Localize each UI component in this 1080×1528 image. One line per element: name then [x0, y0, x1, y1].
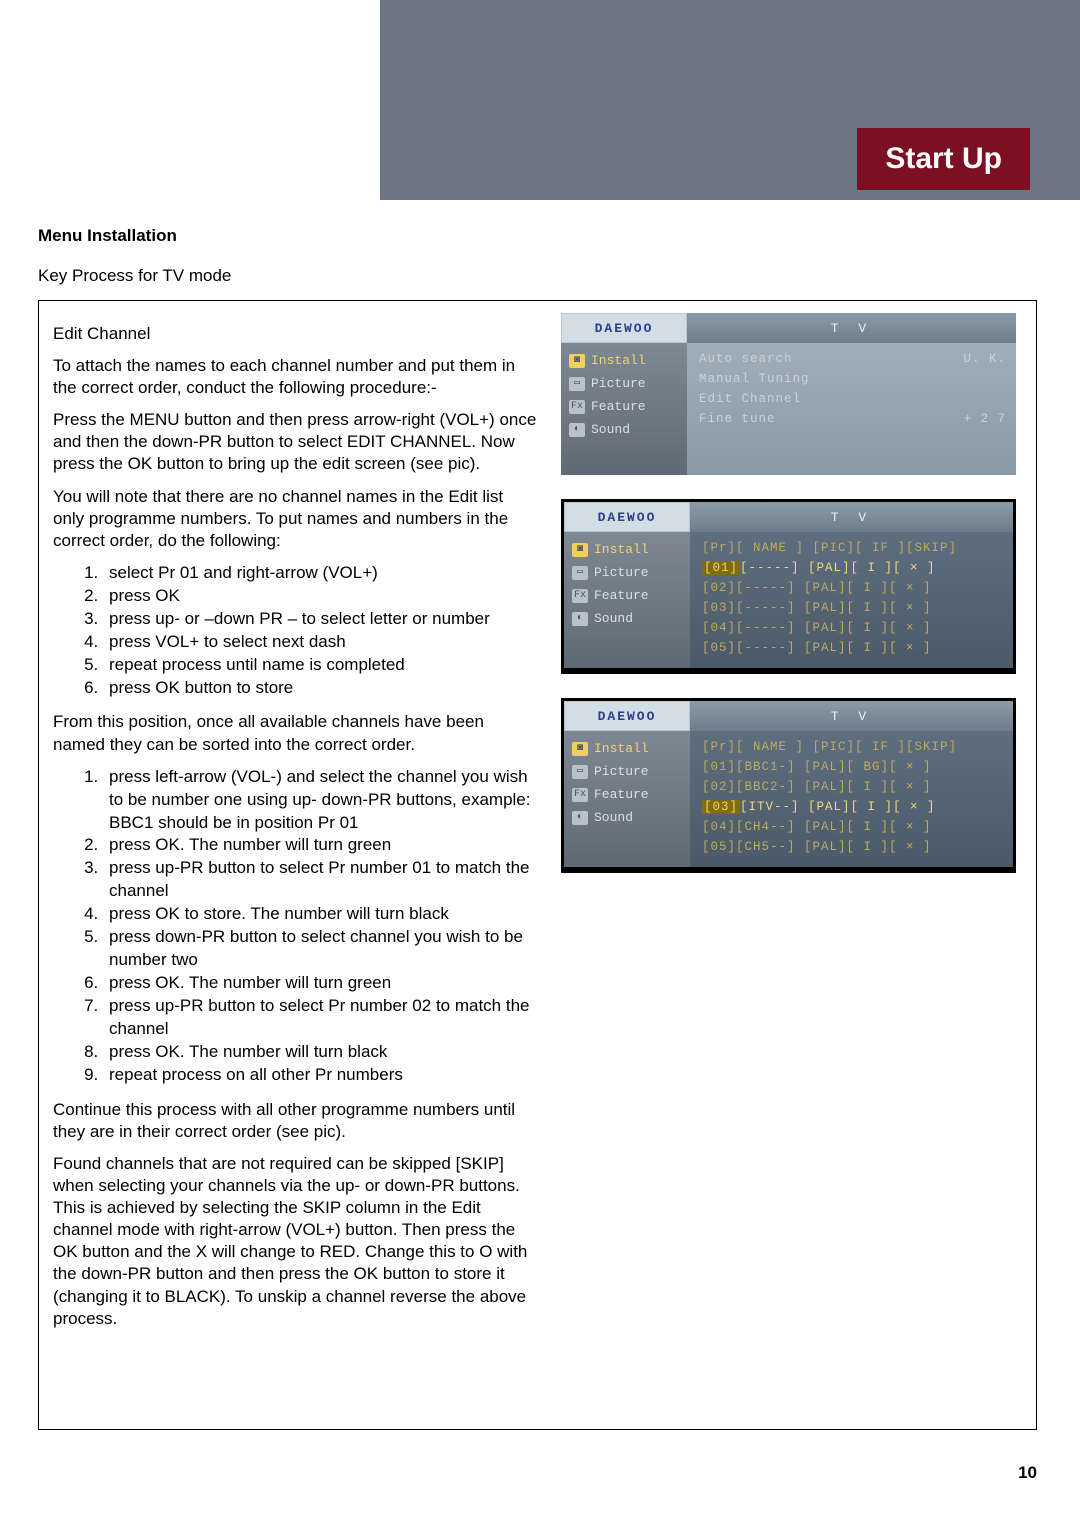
list-item: press OK. The number will turn green [103, 972, 539, 995]
osd-pane: [Pr][ NAME ] [PIC][ IF ][SKIP] [01][BBC1… [690, 731, 1013, 867]
list-item: repeat process on all other Pr numbers [103, 1064, 539, 1087]
list-item: press left-arrow (VOL-) and select the c… [103, 766, 539, 835]
osd-row: [05][CH5--] [PAL][ I ][ × ] [702, 837, 1003, 857]
osd-logo: DAEWOO [564, 502, 690, 532]
page-subheading: Key Process for TV mode [38, 266, 231, 286]
list-item: press down-PR button to select channel y… [103, 926, 539, 972]
osd-row: Fine tune+ 2 7 [699, 409, 1006, 429]
osd-menu-sound: ◐Sound [569, 418, 687, 441]
left-column: Edit Channel To attach the names to each… [53, 313, 539, 1409]
osd-row: [02][-----] [PAL][ I ][ × ] [702, 578, 1003, 598]
osd-menu-picture: ▭Picture [572, 760, 690, 783]
sound-icon: ◐ [572, 612, 588, 626]
osd-title: T V [687, 313, 1016, 343]
osd-sidebar: ◙Install ▭Picture FxFeature ◐Sound [561, 343, 687, 475]
install-icon: ◙ [572, 543, 588, 557]
list-item: press VOL+ to select next dash [103, 631, 539, 654]
osd-sidebar: ◙Install ▭Picture FxFeature ◐Sound [564, 532, 690, 668]
osd-title: T V [690, 701, 1013, 731]
paragraph: Press the MENU button and then press arr… [53, 409, 539, 475]
feature-icon: Fx [569, 400, 585, 414]
osd-pane: Auto searchU. K. Manual Tuning Edit Chan… [687, 343, 1016, 475]
feature-icon: Fx [572, 589, 588, 603]
osd-logo: DAEWOO [561, 313, 687, 343]
osd-menu-picture: ▭Picture [569, 372, 687, 395]
osd-menu-feature: FxFeature [572, 584, 690, 607]
right-column: DAEWOO T V ◙Install ▭Picture FxFeature ◐… [561, 313, 1016, 1409]
list-item: press OK to store. The number will turn … [103, 903, 539, 926]
list-item: press OK button to store [103, 677, 539, 700]
paragraph: To attach the names to each channel numb… [53, 355, 539, 399]
osd-edit-channel-named: DAEWOO T V ◙Install ▭Picture FxFeature ◐… [561, 698, 1016, 873]
osd-row: Auto searchU. K. [699, 349, 1006, 369]
osd-row: [01][-----] [PAL][ I ][ × ] [702, 558, 1003, 578]
list-item: press up- or –down PR – to select letter… [103, 608, 539, 631]
osd-menu-picture: ▭Picture [572, 561, 690, 584]
picture-icon: ▭ [569, 377, 585, 391]
list-item: repeat process until name is completed [103, 654, 539, 677]
paragraph: You will note that there are no channel … [53, 486, 539, 552]
picture-icon: ▭ [572, 566, 588, 580]
osd-menu-sound: ◐Sound [572, 607, 690, 630]
content-frame: Edit Channel To attach the names to each… [38, 300, 1037, 1430]
list-item: press up-PR button to select Pr number 0… [103, 995, 539, 1041]
osd-menu-install: ◙Install [572, 538, 690, 561]
list-item: press up-PR button to select Pr number 0… [103, 857, 539, 903]
osd-menu-install: ◙Install [569, 349, 687, 372]
list-item: press OK [103, 585, 539, 608]
osd-row: [04][-----] [PAL][ I ][ × ] [702, 618, 1003, 638]
procedure-list-b: press left-arrow (VOL-) and select the c… [103, 766, 539, 1087]
osd-table-header: [Pr][ NAME ] [PIC][ IF ][SKIP] [702, 737, 1003, 757]
list-item: select Pr 01 and right-arrow (VOL+) [103, 562, 539, 585]
osd-pane: [Pr][ NAME ] [PIC][ IF ][SKIP] [01][----… [690, 532, 1013, 668]
list-item: press OK. The number will turn green [103, 834, 539, 857]
osd-menu-install: ◙Install [572, 737, 690, 760]
osd-row: Manual Tuning [699, 369, 1006, 389]
install-icon: ◙ [569, 354, 585, 368]
paragraph: Continue this process with all other pro… [53, 1099, 539, 1143]
osd-menu-sound: ◐Sound [572, 806, 690, 829]
osd-row: [04][CH4--] [PAL][ I ][ × ] [702, 817, 1003, 837]
osd-edit-channel-blank: DAEWOO T V ◙Install ▭Picture FxFeature ◐… [561, 499, 1016, 674]
list-item: press OK. The number will turn black [103, 1041, 539, 1064]
osd-row: [01][BBC1-] [PAL][ BG][ × ] [702, 757, 1003, 777]
osd-table-header: [Pr][ NAME ] [PIC][ IF ][SKIP] [702, 538, 1003, 558]
picture-icon: ▭ [572, 765, 588, 779]
edit-channel-heading: Edit Channel [53, 323, 539, 345]
sound-icon: ◐ [572, 811, 588, 825]
paragraph: From this position, once all available c… [53, 711, 539, 755]
osd-logo: DAEWOO [564, 701, 690, 731]
feature-icon: Fx [572, 788, 588, 802]
highlight: [01] [702, 561, 740, 575]
osd-sidebar: ◙Install ▭Picture FxFeature ◐Sound [564, 731, 690, 867]
osd-menu-feature: FxFeature [572, 783, 690, 806]
osd-row-selected: Edit Channel [699, 389, 1006, 409]
osd-install-menu: DAEWOO T V ◙Install ▭Picture FxFeature ◐… [561, 313, 1016, 475]
install-icon: ◙ [572, 742, 588, 756]
osd-row: [05][-----] [PAL][ I ][ × ] [702, 638, 1003, 658]
osd-row: [03][ITV--] [PAL][ I ][ × ] [702, 797, 1003, 817]
highlight: [03] [702, 800, 740, 814]
osd-menu-feature: FxFeature [569, 395, 687, 418]
section-tab: Start Up [857, 128, 1030, 190]
page-heading: Menu Installation [38, 226, 177, 246]
sound-icon: ◐ [569, 423, 585, 437]
osd-title: T V [690, 502, 1013, 532]
procedure-list-a: select Pr 01 and right-arrow (VOL+) pres… [103, 562, 539, 700]
osd-row: [02][BBC2-] [PAL][ I ][ × ] [702, 777, 1003, 797]
page-number: 10 [1018, 1463, 1037, 1483]
paragraph: Found channels that are not required can… [53, 1153, 539, 1330]
osd-row: [03][-----] [PAL][ I ][ × ] [702, 598, 1003, 618]
